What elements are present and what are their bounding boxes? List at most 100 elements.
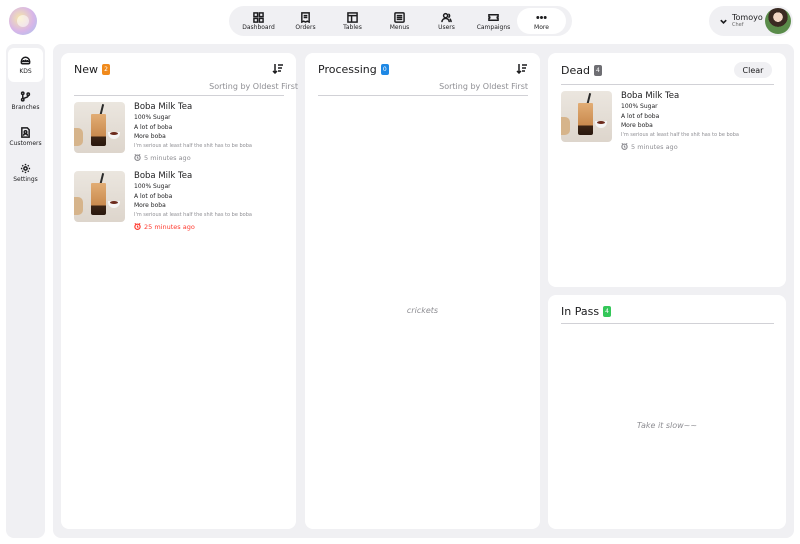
- panel-title-text: In Pass: [561, 305, 600, 318]
- divider: [561, 84, 774, 85]
- alarm-icon: [134, 223, 141, 230]
- nav-more[interactable]: More: [517, 8, 566, 34]
- nav-campaigns[interactable]: Campaigns: [470, 8, 517, 34]
- nav-label: Tables: [343, 23, 362, 31]
- order-info: Boba Milk Tea 100% Sugar A lot of boba M…: [134, 102, 304, 162]
- avatar[interactable]: [765, 8, 791, 34]
- order-modifier: More boba: [134, 133, 166, 140]
- receipt-icon: [301, 11, 310, 23]
- alarm-icon: [621, 143, 628, 150]
- nav-label: Users: [438, 23, 455, 31]
- order-time-text: 5 minutes ago: [631, 142, 678, 151]
- nav-label: Menus: [389, 23, 410, 31]
- order-modifier: 100% Sugar: [134, 114, 171, 121]
- order-modifier: A lot of boba: [621, 112, 660, 120]
- nav-orders[interactable]: Orders: [282, 8, 329, 34]
- empty-state: Take it slow~~: [636, 421, 698, 430]
- sort-label: Sorting by Oldest First: [209, 82, 298, 91]
- order-time: 5 minutes ago: [621, 143, 791, 151]
- order-time-text: 25 minutes ago: [144, 222, 195, 231]
- customers-icon: [21, 127, 30, 138]
- order-modifier: More boba: [134, 202, 166, 209]
- order-card[interactable]: Boba Milk Tea 100% Sugar A lot of boba M…: [74, 102, 289, 164]
- divider: [318, 95, 528, 96]
- divider: [74, 95, 284, 96]
- nav-label: Campaigns: [476, 23, 511, 31]
- dashboard-icon: [253, 11, 264, 23]
- settings-icon: [20, 163, 31, 174]
- panel-title: Processing 0: [318, 63, 389, 76]
- order-modifier: A lot of boba: [134, 192, 173, 200]
- count-badge: 2: [102, 64, 110, 75]
- panel-new: New 2 Sorting by Oldest First Boba Milk …: [61, 53, 298, 529]
- table-icon: [347, 11, 358, 23]
- sort-icon[interactable]: [516, 63, 528, 74]
- sidebar-item-kds[interactable]: KDS: [8, 48, 43, 82]
- panel-title: In Pass 4: [561, 305, 612, 318]
- order-image: [74, 102, 125, 153]
- empty-state: crickets: [406, 306, 439, 315]
- panel-dead: Dead 4 Clear Boba Milk Tea 100% Sugar A …: [548, 53, 786, 287]
- user-menu[interactable]: Tomoyo Chef: [709, 6, 793, 36]
- kds-icon: [20, 56, 31, 65]
- order-note: I'm serious at least half the shit has t…: [621, 131, 739, 138]
- clear-button[interactable]: Clear: [734, 62, 772, 78]
- order-title: Boba Milk Tea: [134, 102, 193, 112]
- sidebar: KDS Branches Customers Settings: [6, 44, 45, 538]
- nav-dashboard[interactable]: Dashboard: [235, 8, 282, 34]
- order-time-text: 5 minutes ago: [144, 153, 191, 162]
- sidebar-item-label: Settings: [13, 176, 38, 183]
- order-time: 25 minutes ago: [134, 223, 304, 231]
- order-note: I'm serious at least half the shit has t…: [134, 211, 252, 218]
- order-image: [561, 91, 612, 142]
- sort-icon[interactable]: [272, 63, 284, 74]
- sort-label: Sorting by Oldest First: [439, 82, 528, 91]
- order-modifier: A lot of boba: [134, 123, 173, 131]
- sidebar-item-branches[interactable]: Branches: [8, 84, 43, 118]
- panel-title-text: Processing: [318, 63, 377, 76]
- sidebar-item-label: Branches: [11, 104, 40, 111]
- ticket-icon: [488, 13, 499, 21]
- branches-icon: [20, 91, 31, 102]
- order-modifier: More boba: [621, 122, 653, 129]
- sidebar-item-label: Customers: [9, 140, 42, 147]
- users-icon: [441, 12, 452, 22]
- sidebar-item-customers[interactable]: Customers: [8, 120, 43, 154]
- order-modifier: 100% Sugar: [134, 183, 171, 190]
- panel-title: New 2: [74, 63, 110, 76]
- user-names: Tomoyo Chef: [732, 14, 763, 28]
- sidebar-item-label: KDS: [19, 68, 32, 75]
- count-badge: 4: [593, 65, 602, 76]
- nav-tables[interactable]: Tables: [329, 8, 376, 34]
- app-logo[interactable]: [9, 7, 37, 35]
- panel-title-text: Dead: [561, 64, 590, 77]
- more-icon: [536, 15, 547, 19]
- menu-icon: [394, 11, 405, 23]
- divider: [561, 323, 774, 324]
- panel-in-pass: In Pass 4 Take it slow~~: [548, 295, 786, 529]
- user-role: Chef: [732, 22, 744, 28]
- panel-processing: Processing 0 Sorting by Oldest First cri…: [305, 53, 540, 529]
- user-name: Tomoyo: [732, 13, 763, 22]
- order-time: 5 minutes ago: [134, 154, 304, 162]
- order-note: I'm serious at least half the shit has t…: [134, 142, 252, 149]
- kds-board: New 2 Sorting by Oldest First Boba Milk …: [53, 44, 794, 538]
- chevron-down-icon: [720, 19, 727, 24]
- panel-title-text: New: [74, 63, 98, 76]
- count-badge: 0: [380, 64, 389, 75]
- count-badge: 4: [603, 306, 612, 317]
- order-card[interactable]: Boba Milk Tea 100% Sugar A lot of boba M…: [74, 171, 289, 233]
- sidebar-item-settings[interactable]: Settings: [8, 156, 43, 190]
- order-info: Boba Milk Tea 100% Sugar A lot of boba M…: [621, 91, 791, 151]
- alarm-icon: [134, 154, 141, 161]
- order-card[interactable]: Boba Milk Tea 100% Sugar A lot of boba M…: [561, 91, 776, 153]
- nav-menus[interactable]: Menus: [376, 8, 423, 34]
- nav-label: More: [534, 23, 549, 31]
- top-navigation: Dashboard Orders Tables Menus Users Camp…: [229, 6, 572, 36]
- order-info: Boba Milk Tea 100% Sugar A lot of boba M…: [134, 171, 304, 231]
- nav-label: Dashboard: [242, 23, 275, 31]
- nav-label: Orders: [295, 23, 316, 31]
- order-title: Boba Milk Tea: [134, 171, 193, 181]
- order-title: Boba Milk Tea: [621, 91, 680, 101]
- nav-users[interactable]: Users: [423, 8, 470, 34]
